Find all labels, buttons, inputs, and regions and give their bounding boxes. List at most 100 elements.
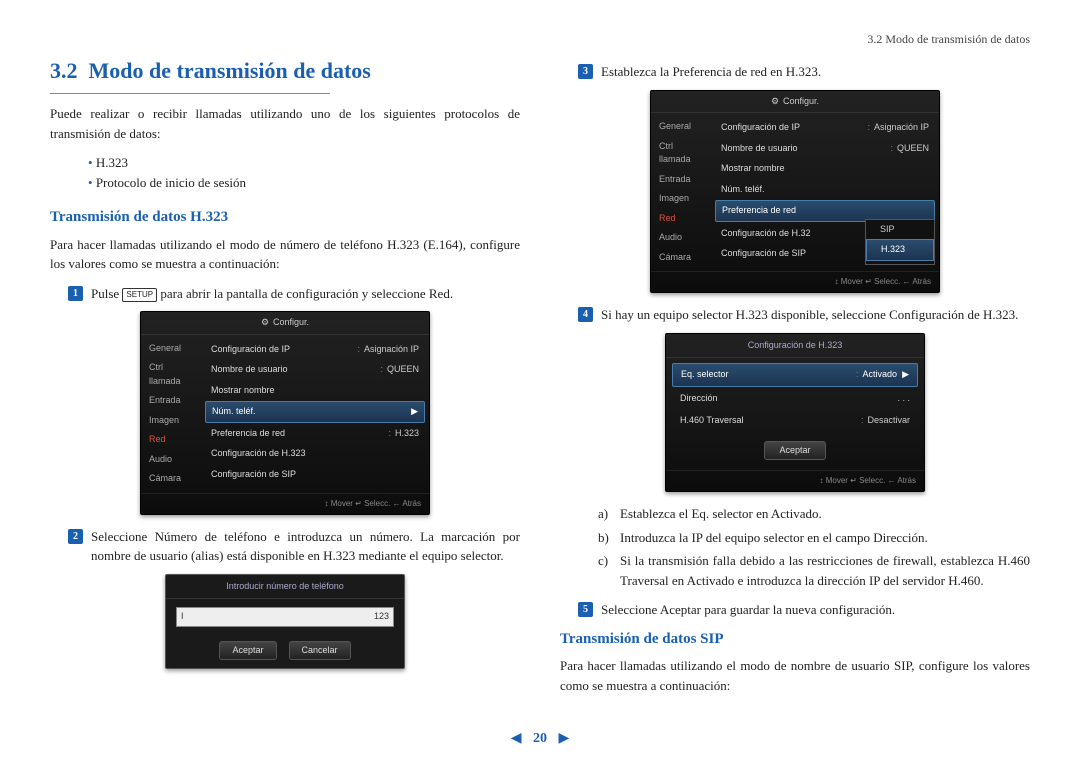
right-column: 3 Establezca la Preferencia de red en H.… [560, 54, 1030, 705]
popup-input-field: I 123 [176, 607, 394, 627]
row-value: H.323 [395, 428, 419, 438]
row-label-highlighted: Núm. teléf. [212, 405, 256, 419]
sidebar-item: Cámara [141, 469, 203, 489]
left-column: 3.2 Modo de transmisión de datos Puede r… [50, 54, 520, 705]
substep-b: Introduzca la IP del equipo selector en … [620, 528, 928, 548]
row-value: Asignación IP [874, 122, 929, 132]
shot2-main: Configuración de IP:Asignación IP Nombre… [713, 113, 939, 271]
row-value: QUEEN [897, 143, 929, 153]
row-label: Mostrar nombre [211, 384, 275, 398]
row-label: Dirección [680, 392, 718, 406]
shot1-footer-hints: ↕ Mover ↵ Selecc. ← Atrás [141, 493, 429, 514]
row-label: Núm. teléf. [721, 183, 765, 197]
title-underline [50, 93, 330, 94]
chevron-right-icon: ▶ [411, 405, 418, 419]
substep-marker: b) [598, 528, 614, 548]
shot1-main: Configuración de IP:Asignación IP Nombre… [203, 335, 429, 493]
sidebar-item-selected: Red [651, 209, 713, 229]
substep-marker: c) [598, 551, 614, 590]
row-value: Desactivar [867, 415, 910, 425]
popup-cancel-button: Cancelar [289, 641, 351, 661]
row-label: Preferencia de red [211, 427, 285, 441]
page-header-breadcrumb: 3.2 Modo de transmisión de datos [50, 30, 1030, 48]
row-label: Configuración de H.32 [721, 227, 811, 241]
shot1-title-text: Configur. [273, 316, 309, 330]
shot2-sidebar: General Ctrl llamada Entrada Imagen Red … [651, 113, 713, 271]
section-heading-text: Modo de transmisión de datos [89, 58, 371, 83]
cfg2-ok-button: Aceptar [764, 441, 825, 461]
shot2-title-text: Configur. [783, 95, 819, 109]
step-1-text: Pulse SETUP para abrir la pantalla de co… [91, 284, 520, 304]
step-2: 2 Seleccione Número de teléfono e introd… [68, 527, 520, 566]
list-item: Protocolo de inicio de sesión [88, 173, 520, 193]
substep-c: Si la transmisión falla debido a las res… [620, 551, 1030, 590]
dropdown-option: SIP [866, 220, 934, 240]
gear-icon: ⚙ [261, 316, 269, 330]
sidebar-item: Audio [651, 228, 713, 248]
shot2-title: ⚙ Configur. [651, 91, 939, 114]
h323-subheading: Transmisión de datos H.323 [50, 206, 520, 229]
step-3-text: Establezca la Preferencia de red en H.32… [601, 62, 1030, 82]
step-1-post: para abrir la pantalla de configuración … [157, 286, 453, 301]
sidebar-item: Audio [141, 450, 203, 470]
dropdown-option-selected: H.323 [866, 239, 934, 261]
next-page-button[interactable]: ▶ [559, 731, 570, 746]
page-footer-nav: ◀ 20 ▶ [0, 728, 1080, 749]
row-label: Configuración de SIP [721, 247, 806, 261]
section-title: 3.2 Modo de transmisión de datos [50, 54, 520, 87]
screenshot-h323-config: Configuración de H.323 Eq. selector:Acti… [665, 333, 925, 493]
step-3: 3 Establezca la Preferencia de red en H.… [578, 62, 1030, 82]
shot1-title: ⚙ Configur. [141, 312, 429, 335]
step-1-pre: Pulse [91, 286, 122, 301]
popup-ok-button: Aceptar [219, 641, 276, 661]
row-label: Configuración de SIP [211, 468, 296, 482]
step-1: 1 Pulse SETUP para abrir la pantalla de … [68, 284, 520, 304]
sidebar-item: Ctrl llamada [141, 358, 203, 391]
sidebar-item: Entrada [651, 170, 713, 190]
chevron-right-icon: ▶ [902, 369, 909, 379]
sidebar-item: General [141, 339, 203, 359]
h323-paragraph: Para hacer llamadas utilizando el modo d… [50, 235, 520, 274]
step-badge-5: 5 [578, 602, 593, 617]
sidebar-item: Imagen [651, 189, 713, 209]
protocol-bullet-list: H.323 Protocolo de inicio de sesión [88, 153, 520, 192]
step-5: 5 Seleccione Aceptar para guardar la nue… [578, 600, 1030, 620]
sidebar-item: Ctrl llamada [651, 137, 713, 170]
row-label: Mostrar nombre [721, 162, 785, 176]
cfg2-title: Configuración de H.323 [666, 334, 924, 359]
gear-icon: ⚙ [771, 95, 779, 109]
popup-title: Introducir número de teléfono [166, 575, 404, 600]
sidebar-item: Cámara [651, 248, 713, 268]
step-2-text: Seleccione Número de teléfono e introduz… [91, 527, 520, 566]
step-5-text: Seleccione Aceptar para guardar la nueva… [601, 600, 1030, 620]
intro-paragraph: Puede realizar o recibir llamadas utiliz… [50, 104, 520, 143]
row-value: . . . [897, 392, 910, 406]
sip-subheading: Transmisión de datos SIP [560, 628, 1030, 651]
dropdown-menu: SIP H.323 [865, 219, 935, 265]
row-label: Configuración de H.323 [211, 447, 306, 461]
row-label: Configuración de IP [721, 121, 800, 135]
screenshot-phone-popup: Introducir número de teléfono I 123 Acep… [165, 574, 405, 670]
screenshot-pref-red: ⚙ Configur. General Ctrl llamada Entrada … [650, 90, 940, 294]
row-value: Asignación IP [364, 344, 419, 354]
section-number: 3.2 [50, 58, 78, 83]
sidebar-item: Entrada [141, 391, 203, 411]
input-cursor: I [181, 610, 184, 624]
sidebar-item: Imagen [141, 411, 203, 431]
shot2-footer-hints: ↕ Mover ↵ Selecc. ← Atrás [651, 271, 939, 292]
sip-paragraph: Para hacer llamadas utilizando el modo d… [560, 656, 1030, 695]
row-label-highlighted: Eq. selector [681, 368, 729, 382]
substep-marker: a) [598, 504, 614, 524]
row-value: Activado [863, 369, 898, 379]
cfg2-footer-hints: ↕ Mover ↵ Selecc. ← Atrás [666, 470, 924, 491]
sub-steps-abc: a)Establezca el Eq. selector en Activado… [598, 504, 1030, 590]
row-label: Nombre de usuario [721, 142, 798, 156]
step-4-text: Si hay un equipo selector H.323 disponib… [601, 305, 1030, 325]
sidebar-item-selected: Red [141, 430, 203, 450]
shot1-sidebar: General Ctrl llamada Entrada Imagen Red … [141, 335, 203, 493]
list-item: H.323 [88, 153, 520, 173]
row-label: Configuración de IP [211, 343, 290, 357]
row-label: Nombre de usuario [211, 363, 288, 377]
sidebar-item: General [651, 117, 713, 137]
prev-page-button[interactable]: ◀ [511, 731, 522, 746]
